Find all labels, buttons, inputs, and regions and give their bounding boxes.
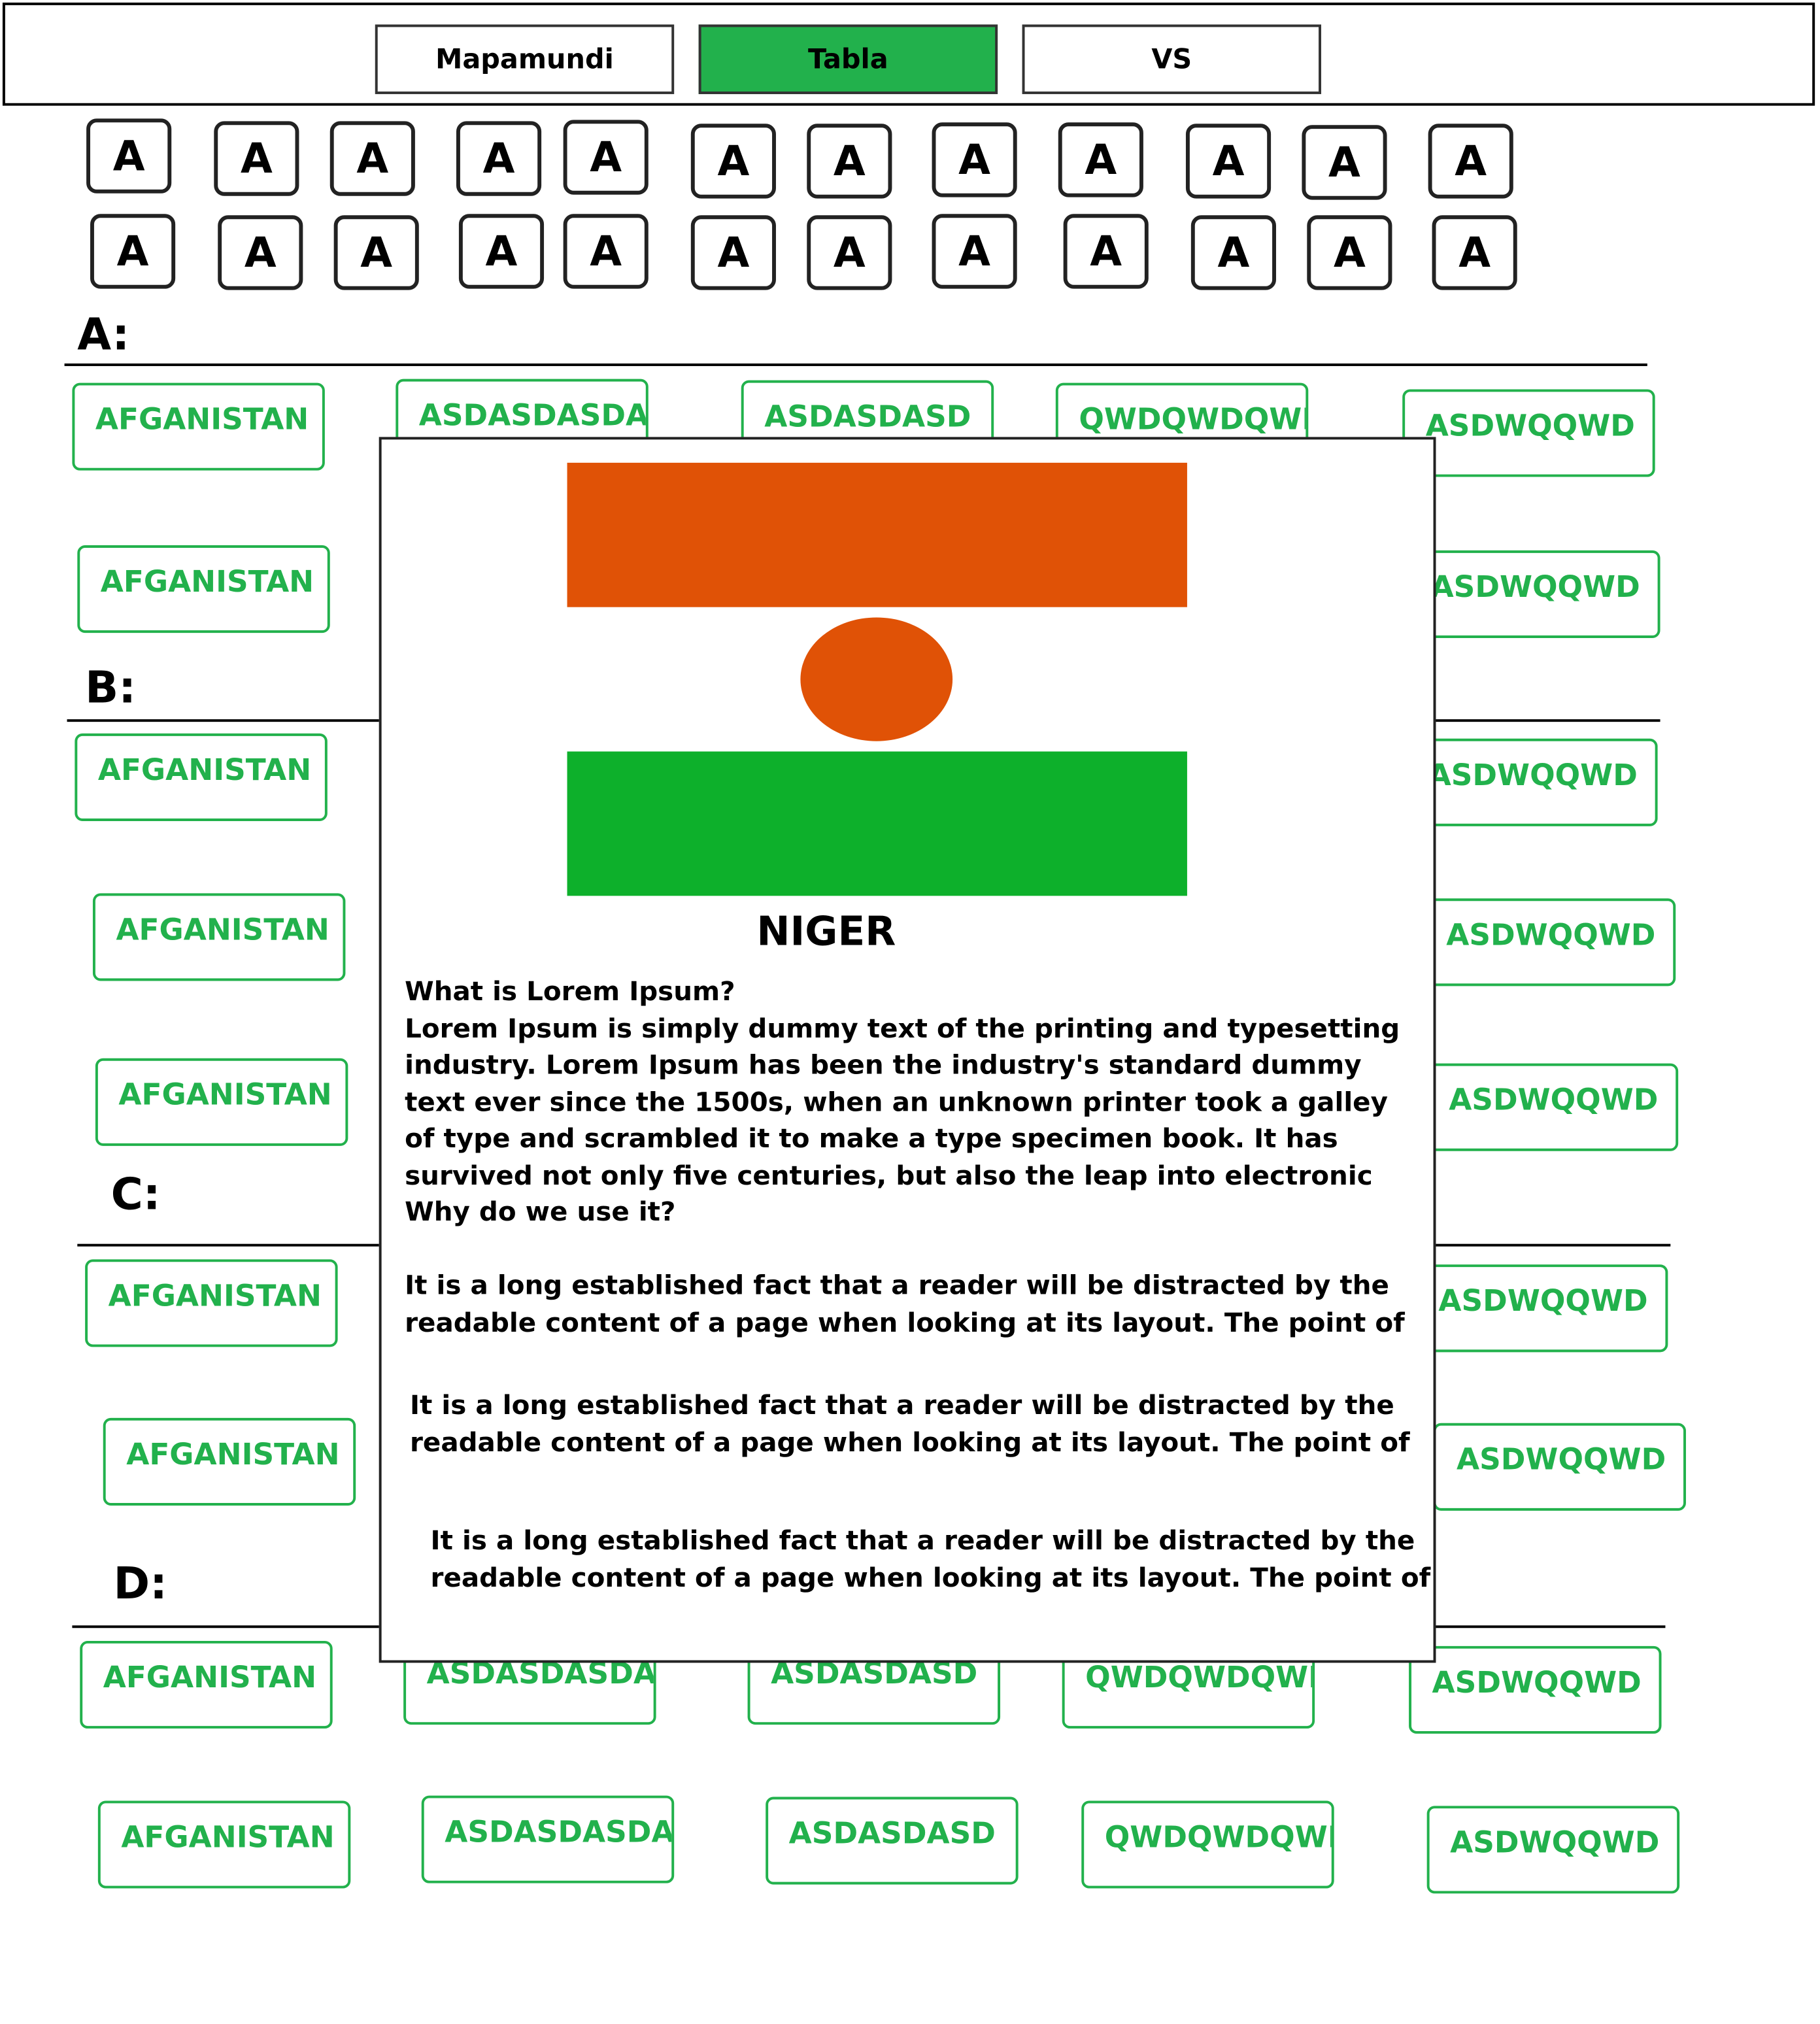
- section-label: D:: [113, 1558, 167, 1610]
- letter-filter-button[interactable]: A: [329, 121, 415, 196]
- country-button[interactable]: ASDASDASDA: [421, 1795, 675, 1883]
- description-paragraph: It is a long established fact that a rea…: [431, 1523, 1449, 1596]
- letter-filter-button[interactable]: A: [1428, 124, 1513, 199]
- tab-mapamundi[interactable]: Mapamundi: [375, 24, 675, 94]
- letter-filter-button[interactable]: A: [563, 120, 649, 195]
- country-detail-modal: NIGER What is Lorem Ipsum? Lorem Ipsum i…: [379, 437, 1436, 1663]
- country-button[interactable]: AFGANISTAN: [77, 545, 330, 633]
- tab-tabla[interactable]: Tabla: [698, 24, 998, 94]
- letter-filter-button[interactable]: A: [90, 214, 176, 289]
- letter-filter-button[interactable]: A: [1058, 122, 1143, 197]
- letter-filter-button[interactable]: A: [458, 214, 545, 289]
- top-nav-bar: Mapamundi Tabla VS: [2, 2, 1815, 106]
- letter-filter-button[interactable]: A: [1185, 124, 1272, 199]
- country-button[interactable]: ASDWQQWD: [1425, 1063, 1679, 1151]
- letter-filter-button[interactable]: A: [563, 214, 649, 289]
- letter-filter-button[interactable]: A: [218, 215, 303, 290]
- country-button[interactable]: ASDWQQWD: [1405, 738, 1658, 826]
- letter-filter-button[interactable]: A: [932, 214, 1017, 289]
- flag-stripe-top: [567, 462, 1187, 607]
- section-label: B:: [85, 662, 137, 715]
- country-button[interactable]: ASDWQQWD: [1409, 1645, 1662, 1734]
- description-line: survived not only five centuries, but al…: [405, 1159, 1373, 1190]
- description-line: text ever since the 1500s, when an unkno…: [405, 1086, 1388, 1117]
- paragraph-line: It is a long established fact that a rea…: [405, 1270, 1389, 1301]
- tab-vs[interactable]: VS: [1022, 24, 1321, 94]
- description-paragraph: It is a long established fact that a rea…: [405, 1267, 1423, 1340]
- letter-filter-button[interactable]: A: [1307, 215, 1392, 290]
- country-button[interactable]: ASDWQQWD: [1407, 550, 1660, 638]
- country-button[interactable]: QWDQWDQWD: [1081, 1800, 1334, 1889]
- section-divider: [64, 363, 1647, 366]
- paragraph-line: readable content of a page when looking …: [430, 1561, 1431, 1593]
- country-button[interactable]: ASDASDASD: [766, 1796, 1019, 1885]
- country-button[interactable]: ASDWQQWD: [1423, 898, 1676, 987]
- country-button[interactable]: ASDWQQWD: [1426, 1806, 1680, 1894]
- description-line: Lorem Ipsum is simply dummy text of the …: [405, 1012, 1400, 1044]
- letter-filter-button[interactable]: A: [333, 215, 419, 290]
- description-heading: What is Lorem Ipsum?: [405, 975, 735, 1007]
- letter-filter-button[interactable]: A: [214, 121, 299, 196]
- country-button[interactable]: AFGANISTAN: [97, 1800, 351, 1889]
- letter-filter-button[interactable]: A: [456, 121, 542, 196]
- section-label: A:: [77, 309, 130, 362]
- country-button[interactable]: ASDWQQWD: [1433, 1423, 1686, 1511]
- country-button[interactable]: AFGANISTAN: [75, 733, 328, 821]
- description-line: industry. Lorem Ipsum has been the indus…: [405, 1049, 1362, 1081]
- flag-stripe-bottom: [567, 751, 1187, 896]
- description-line: of type and scrambled it to make a type …: [405, 1122, 1338, 1154]
- country-button[interactable]: AFGANISTAN: [85, 1259, 338, 1347]
- letter-filter-button[interactable]: A: [1063, 214, 1149, 289]
- country-title: NIGER: [756, 909, 896, 956]
- letter-filter-button[interactable]: A: [807, 215, 892, 290]
- section-label: C:: [110, 1169, 161, 1221]
- letter-filter-button[interactable]: A: [1302, 125, 1387, 200]
- letter-filter-button[interactable]: A: [932, 122, 1017, 197]
- country-button[interactable]: ASDWQQWD: [1402, 389, 1655, 477]
- country-button[interactable]: AFGANISTAN: [80, 1640, 333, 1729]
- flag-circle: [800, 617, 953, 741]
- description-subheading: Why do we use it?: [405, 1196, 676, 1228]
- letter-filter-button[interactable]: A: [807, 124, 892, 199]
- description-paragraph: It is a long established fact that a rea…: [410, 1387, 1428, 1460]
- country-button[interactable]: ASDWQQWD: [1415, 1264, 1668, 1353]
- paragraph-line: readable content of a page when looking …: [405, 1306, 1405, 1338]
- country-description: What is Lorem Ipsum? Lorem Ipsum is simp…: [405, 973, 1410, 1230]
- country-button[interactable]: AFGANISTAN: [72, 382, 325, 471]
- paragraph-line: It is a long established fact that a rea…: [410, 1389, 1394, 1421]
- letter-filter-button[interactable]: A: [690, 215, 776, 290]
- letter-filter-button[interactable]: A: [690, 124, 776, 199]
- country-button[interactable]: AFGANISTAN: [95, 1058, 348, 1146]
- paragraph-line: readable content of a page when looking …: [410, 1426, 1410, 1458]
- letter-filter-button[interactable]: A: [1190, 215, 1276, 290]
- letter-filter-button[interactable]: A: [1432, 215, 1517, 290]
- paragraph-line: It is a long established fact that a rea…: [430, 1525, 1415, 1556]
- letter-filter-button[interactable]: A: [86, 118, 172, 194]
- country-button[interactable]: AFGANISTAN: [103, 1417, 356, 1506]
- country-button[interactable]: AFGANISTAN: [92, 893, 346, 981]
